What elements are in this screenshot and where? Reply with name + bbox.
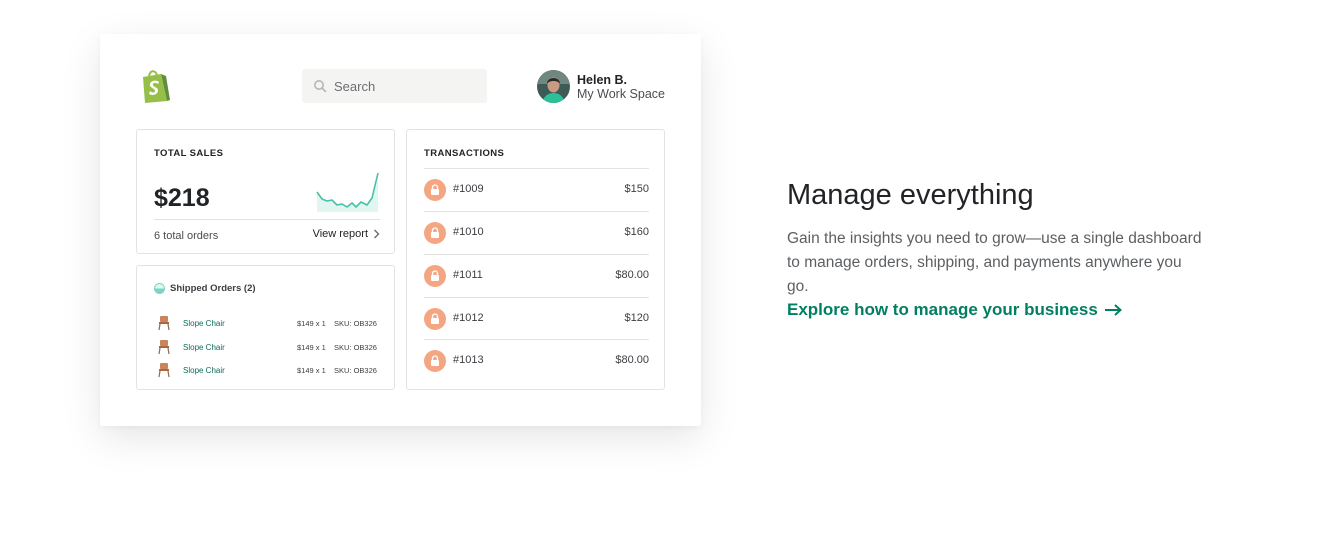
product-sku: SKU: OB326 bbox=[334, 342, 377, 352]
list-item[interactable]: Slope Chair $149 x 1 SKU: OB326 bbox=[157, 314, 382, 332]
shipped-status-icon bbox=[154, 283, 165, 294]
chevron-right-icon bbox=[374, 229, 380, 239]
product-name[interactable]: Slope Chair bbox=[183, 366, 225, 375]
list-item[interactable]: Slope Chair $149 x 1 SKU: OB326 bbox=[157, 361, 382, 379]
divider bbox=[424, 254, 649, 255]
transaction-amount: $80.00 bbox=[615, 269, 649, 281]
chair-icon bbox=[158, 340, 170, 355]
product-price: $149 x 1 bbox=[297, 318, 326, 328]
divider bbox=[424, 339, 649, 340]
dashboard-preview: Search Helen B. My Work Space TOTAL SALE… bbox=[100, 34, 701, 426]
transaction-id: #1010 bbox=[453, 226, 484, 238]
transaction-amount: $150 bbox=[624, 183, 649, 195]
product-name[interactable]: Slope Chair bbox=[183, 319, 225, 328]
divider bbox=[424, 168, 649, 169]
lock-icon bbox=[424, 222, 446, 244]
transactions-card: TRANSACTIONS #1009 $150 #1010 $160 #1011… bbox=[406, 129, 665, 390]
feature-description: Gain the insights you need to grow—use a… bbox=[787, 229, 1202, 295]
chair-icon bbox=[158, 316, 170, 331]
arrow-right-icon bbox=[1104, 304, 1122, 316]
divider bbox=[424, 211, 649, 212]
table-row[interactable]: #1010 $160 bbox=[424, 211, 649, 253]
divider bbox=[424, 297, 649, 298]
transactions-title: TRANSACTIONS bbox=[424, 148, 505, 159]
table-row[interactable]: #1011 $80.00 bbox=[424, 254, 649, 296]
shopify-bag-icon bbox=[143, 70, 170, 103]
list-item[interactable]: Slope Chair $149 x 1 SKU: OB326 bbox=[157, 338, 382, 356]
transaction-id: #1009 bbox=[453, 183, 484, 195]
shipped-orders-title: Shipped Orders (2) bbox=[170, 283, 256, 294]
transaction-id: #1012 bbox=[453, 312, 484, 324]
view-report-link[interactable]: View report bbox=[313, 228, 380, 240]
total-sales-title: TOTAL SALES bbox=[154, 148, 224, 159]
transaction-amount: $160 bbox=[624, 226, 649, 238]
total-sales-card: TOTAL SALES $218 6 total orders View rep… bbox=[136, 129, 395, 254]
workspace-name: My Work Space bbox=[577, 86, 665, 101]
explore-link-label: Explore how to manage your business bbox=[787, 300, 1098, 319]
lock-icon bbox=[424, 179, 446, 201]
product-name[interactable]: Slope Chair bbox=[183, 343, 225, 352]
transaction-amount: $120 bbox=[624, 312, 649, 324]
lock-icon bbox=[424, 350, 446, 372]
transaction-id: #1013 bbox=[453, 354, 484, 366]
table-row[interactable]: #1013 $80.00 bbox=[424, 339, 649, 381]
search-input[interactable]: Search bbox=[302, 69, 487, 103]
product-sku: SKU: OB326 bbox=[334, 365, 377, 375]
transaction-amount: $80.00 bbox=[615, 354, 649, 366]
lock-icon bbox=[424, 308, 446, 330]
product-price: $149 x 1 bbox=[297, 342, 326, 352]
user-menu[interactable]: Helen B. My Work Space bbox=[537, 70, 665, 103]
search-placeholder: Search bbox=[334, 78, 376, 94]
sales-sparkline bbox=[316, 172, 379, 212]
search-icon bbox=[314, 80, 327, 93]
feature-heading: Manage everything bbox=[787, 179, 1034, 212]
explore-business-link[interactable]: Explore how to manage your business bbox=[787, 300, 1122, 320]
product-sku: SKU: OB326 bbox=[334, 318, 377, 328]
avatar bbox=[537, 70, 570, 103]
total-orders: 6 total orders bbox=[154, 230, 219, 242]
lock-icon bbox=[424, 265, 446, 287]
user-name: Helen B. bbox=[577, 72, 628, 87]
total-sales-amount: $218 bbox=[154, 184, 210, 212]
chair-icon bbox=[158, 363, 170, 378]
table-row[interactable]: #1012 $120 bbox=[424, 297, 649, 339]
shipped-orders-card: Shipped Orders (2) Slope Chair $149 x 1 … bbox=[136, 265, 395, 390]
view-report-label: View report bbox=[312, 228, 368, 240]
divider bbox=[154, 219, 380, 220]
table-row[interactable]: #1009 $150 bbox=[424, 168, 649, 210]
product-price: $149 x 1 bbox=[297, 365, 326, 375]
transaction-id: #1011 bbox=[453, 269, 483, 281]
